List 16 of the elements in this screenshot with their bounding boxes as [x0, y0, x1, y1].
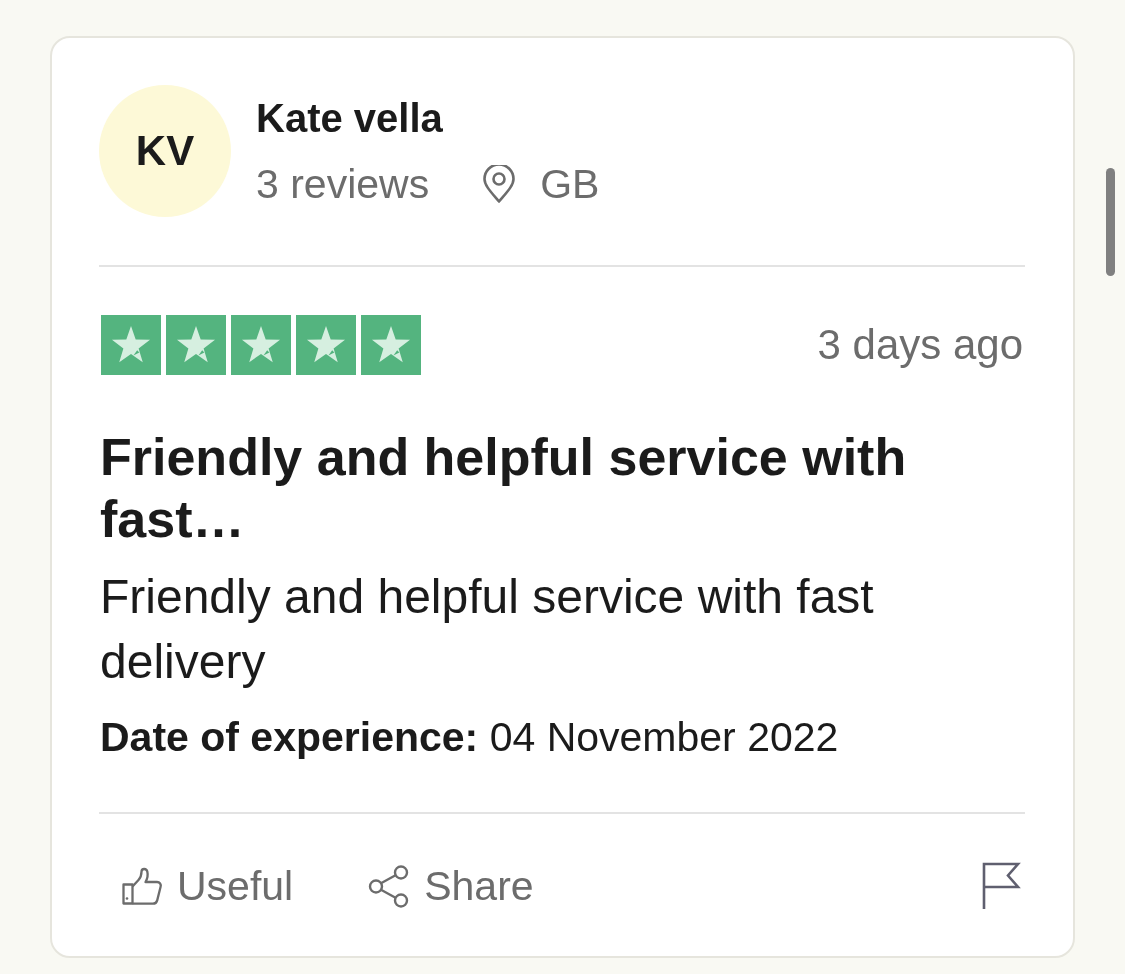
experience-date: Date of experience: 04 November 2022	[100, 713, 840, 762]
review-age: 3 days ago	[817, 320, 1023, 370]
scrollbar-thumb[interactable]	[1106, 168, 1115, 276]
review-title[interactable]: Friendly and helpful service with fast…	[100, 426, 1025, 550]
flag-icon	[981, 862, 1021, 910]
thumbs-up-icon	[122, 867, 163, 905]
location-pin-icon	[481, 165, 518, 203]
report-button[interactable]	[981, 862, 1021, 910]
review-count: 3 reviews	[256, 160, 430, 208]
useful-button[interactable]: Useful	[122, 861, 294, 911]
share-icon	[368, 864, 411, 908]
avatar: KV	[99, 85, 231, 217]
share-button[interactable]: Share	[368, 861, 534, 911]
country-code: GB	[540, 160, 600, 208]
review-text: Friendly and helpful service with fast delivery	[100, 569, 875, 690]
reviewer-name[interactable]: Kate vella	[256, 94, 600, 142]
